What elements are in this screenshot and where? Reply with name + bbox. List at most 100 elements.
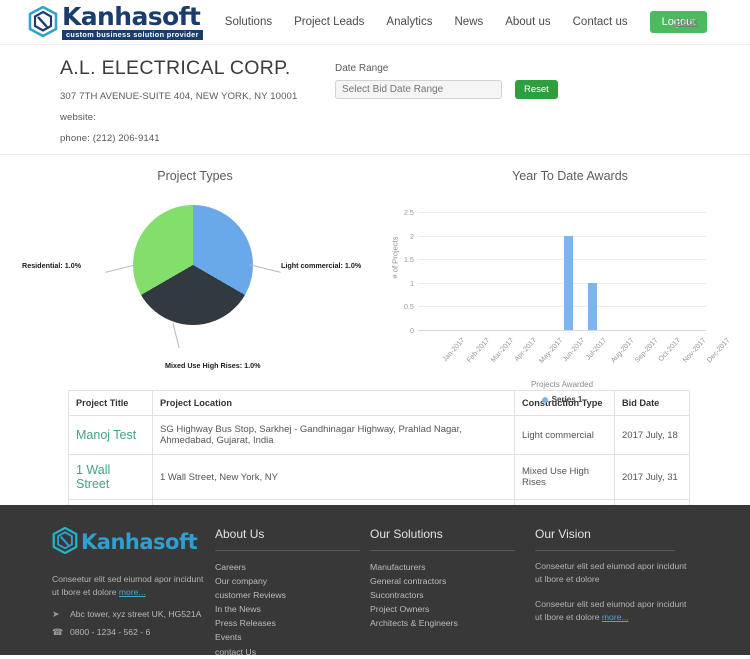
- footer-link-careers[interactable]: Careers: [215, 560, 370, 574]
- footer-kanhasoft-hexagon-logo-icon: [52, 526, 78, 557]
- company-details: A.L. ELECTRICAL CORP. 307 7TH AVENUE-SUI…: [0, 57, 330, 154]
- footer-logo[interactable]: Kanhasoft: [52, 526, 215, 557]
- reset-button[interactable]: Reset: [515, 80, 558, 99]
- x-tick-may-2017: May-2017: [538, 337, 565, 365]
- footer-link-general-contractors[interactable]: General contractors: [370, 574, 535, 588]
- footer-brand-description: Conseetur elit sed eiumod apor incidunt …: [52, 573, 204, 600]
- bar-chart-x-axis-title: Projects Awarded: [530, 380, 594, 389]
- footer-vision-heading: Our Vision: [535, 527, 675, 551]
- main-navigation: Solutions Project Leads Analytics News A…: [225, 11, 708, 33]
- footer-brand-column: Kanhasoft Conseetur elit sed eiumod apor…: [0, 523, 215, 655]
- site-header: Kanhasoft custom business solution provi…: [0, 0, 750, 45]
- back-link[interactable]: Back: [675, 16, 698, 28]
- footer-link-architects-engineers[interactable]: Architects & Engineers: [370, 616, 535, 630]
- x-tick-jan-2017: Jan-2017: [441, 337, 467, 364]
- table-row: Manoj Test SG Highway Bus Stop, Sarkhej …: [68, 415, 690, 455]
- project-link-manoj-test[interactable]: Manoj Test: [76, 428, 136, 442]
- footer-solutions-links: Manufacturers General contractors Sucont…: [370, 560, 535, 630]
- logo-wordmark: Kanhasoft: [62, 1, 201, 31]
- date-range-label: Date Range: [335, 63, 389, 74]
- table-row: 1 Wall Street 1 Wall Street, New York, N…: [68, 454, 690, 500]
- x-tick-nov-2017: Nov-2017: [682, 337, 708, 365]
- footer-brand-more-link[interactable]: more...: [119, 587, 146, 597]
- nav-item-contact-us[interactable]: Contact us: [573, 16, 628, 28]
- footer-link-project-owners[interactable]: Project Owners: [370, 602, 535, 616]
- footer-about-heading: About Us: [215, 527, 360, 551]
- nav-item-analytics[interactable]: Analytics: [386, 16, 432, 28]
- nav-item-news[interactable]: News: [454, 16, 483, 28]
- footer-link-press-releases[interactable]: Press Releases: [215, 616, 370, 630]
- nav-item-solutions[interactable]: Solutions: [225, 16, 272, 28]
- y-tick-1: 1: [409, 278, 414, 288]
- footer-link-manufacturers[interactable]: Manufacturers: [370, 560, 535, 574]
- site-logo[interactable]: Kanhasoft custom business solution provi…: [28, 1, 203, 41]
- bar-aug-2017[interactable]: [588, 282, 597, 330]
- project-link-1-wall-street[interactable]: 1 Wall Street: [76, 463, 110, 491]
- footer-link-sucontractors[interactable]: Sucontractors: [370, 588, 535, 602]
- y-tick-2: 2: [409, 231, 414, 241]
- pie-label-light-commercial: Light commercial: 1.0%: [281, 261, 362, 270]
- bar-chart-x-axis: [418, 330, 706, 331]
- nav-item-about-us[interactable]: About us: [505, 16, 550, 28]
- company-name: A.L. ELECTRICAL CORP.: [60, 57, 291, 79]
- footer-address-row: ➤ Abc tower, xyz street UK, HG521A: [52, 609, 215, 620]
- pie-leader-line-mixed-use: [172, 322, 180, 349]
- x-tick-jul-2017: Jul-2017: [584, 337, 609, 362]
- footer-phone-row: ☎ 0800 - 1234 - 562 - 6: [52, 627, 215, 638]
- location-paper-plane-icon: ➤: [52, 608, 60, 619]
- company-website: website:: [60, 112, 96, 123]
- y-tick-0: 0: [409, 326, 414, 335]
- footer-link-events[interactable]: Events: [215, 630, 370, 644]
- bar-chart-title: Year To Date Awards: [512, 169, 628, 183]
- footer-link-contact-us[interactable]: contact Us: [215, 645, 370, 659]
- footer-vision-paragraph-1: Conseetur elit sed eiumod apor incidunt …: [535, 561, 687, 585]
- bar-jul-2017[interactable]: [564, 235, 573, 330]
- footer-link-in-the-news[interactable]: In the News: [215, 602, 370, 616]
- site-footer: Kanhasoft Conseetur elit sed eiumod apor…: [0, 505, 750, 657]
- footer-vision-more-link[interactable]: more...: [602, 612, 629, 622]
- phone-icon: ☎: [52, 626, 64, 637]
- x-tick-mar-2017: Mar-2017: [489, 337, 516, 364]
- footer-solutions-heading: Our Solutions: [370, 527, 515, 551]
- legend-label-series-1: Series 1: [551, 395, 583, 404]
- footer-logo-wordmark: Kanhasoft: [81, 530, 198, 554]
- date-range-input[interactable]: [335, 80, 502, 99]
- cell-project-title: 1 Wall Street: [68, 454, 153, 500]
- x-tick-jun-2017: Jun-2017: [561, 337, 587, 364]
- footer-about-column: About Us Careers Our company customer Re…: [215, 523, 370, 657]
- pie-label-residential: Residential: 1.0%: [22, 261, 82, 270]
- company-address: 307 7TH AVENUE-SUITE 404, NEW YORK, NY 1…: [60, 91, 298, 102]
- cell-construction-type: Light commercial: [514, 415, 615, 455]
- y-tick-1-5: 1.5: [403, 255, 414, 265]
- x-tick-oct-2017: Oct-2017: [657, 337, 682, 364]
- nav-item-project-leads[interactable]: Project Leads: [294, 16, 364, 28]
- cell-bid-date: 2017 July, 18: [614, 415, 690, 455]
- pie-chart-graphic: [133, 205, 253, 325]
- kanhasoft-hexagon-logo-icon: [28, 6, 58, 38]
- cell-bid-date: 2017 July, 31: [614, 454, 690, 500]
- x-tick-sep-2017: Sep-2017: [634, 337, 660, 365]
- cell-project-location: SG Highway Bus Stop, Sarkhej - Gandhinag…: [152, 415, 515, 455]
- column-header-project-title: Project Title: [68, 390, 153, 416]
- x-tick-aug-2017: Aug-2017: [610, 337, 636, 365]
- footer-address-text: Abc tower, xyz street UK, HG521A: [70, 609, 202, 620]
- bar-chart-y-axis-label: # of Projects: [390, 236, 400, 279]
- y-tick-2-5: 2.5: [403, 208, 414, 217]
- cell-project-title: Manoj Test: [68, 415, 153, 455]
- footer-vision-column: Our Vision Conseetur elit sed eiumod apo…: [535, 523, 715, 655]
- footer-link-our-company[interactable]: Our company: [215, 574, 370, 588]
- footer-vision-paragraph-2: Conseetur elit sed eiumod apor incidunt …: [535, 598, 687, 625]
- year-to-date-awards-chart: Year To Date Awards # of Projects 0 0.5 …: [390, 155, 750, 404]
- charts-section: Project Types Residential: 1.0% Light co…: [0, 155, 750, 404]
- x-tick-apr-2017: Apr-2017: [513, 337, 538, 364]
- bar-chart-legend[interactable]: Series 1: [418, 395, 706, 404]
- pie-leader-line-residential: [105, 264, 137, 273]
- company-phone: phone: (212) 206-9141: [60, 133, 160, 144]
- x-tick-feb-2017: Feb-2017: [465, 337, 492, 364]
- pie-label-mixed-use-high-rises: Mixed Use High Rises: 1.0%: [165, 361, 261, 370]
- footer-about-links: Careers Our company customer Reviews In …: [215, 560, 370, 659]
- footer-link-customer-reviews[interactable]: customer Reviews: [215, 588, 370, 602]
- logo-tagline: custom business solution provider: [62, 29, 203, 41]
- y-tick-0-5: 0.5: [403, 302, 414, 312]
- cell-construction-type: Mixed Use High Rises: [514, 454, 615, 500]
